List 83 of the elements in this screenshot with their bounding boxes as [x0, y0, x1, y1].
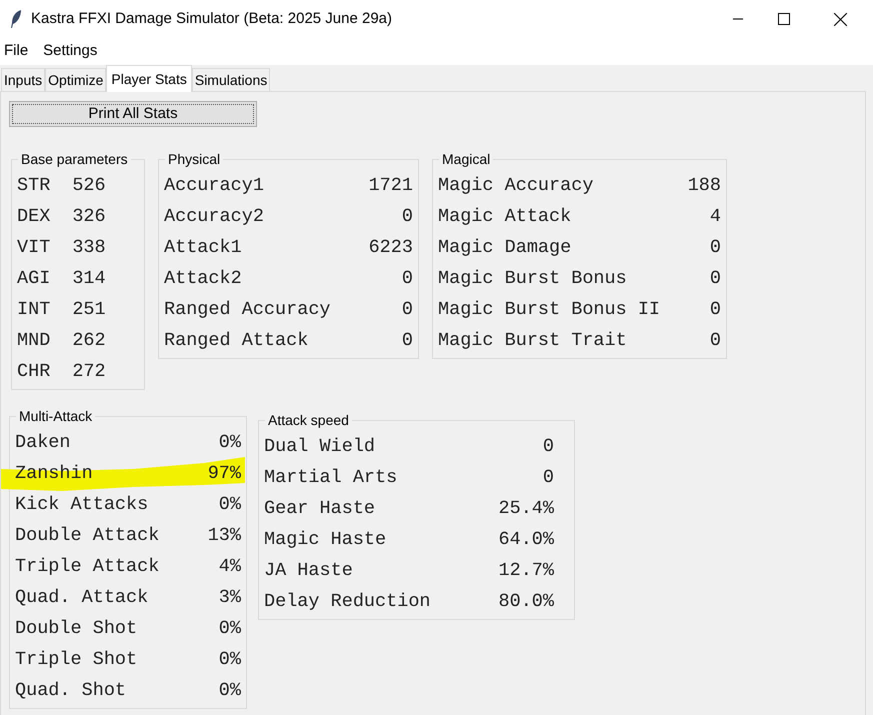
stat-label: Accuracy1 — [164, 174, 264, 198]
stat-label: Magic Accuracy — [438, 174, 594, 198]
stat-label: INT — [17, 298, 50, 322]
stat-label: Double Shot — [15, 616, 138, 641]
stat-label: Accuracy2 — [164, 204, 264, 229]
stat-value: 314 — [72, 266, 106, 291]
stat-label: Gear Haste — [264, 496, 376, 521]
stat-label: Ranged Accuracy — [164, 298, 331, 322]
stat-label: Dual Wield — [264, 434, 376, 459]
stat-value: 13% — [208, 524, 241, 548]
stat-value: 272 — [72, 360, 106, 384]
stat-value: 0% — [218, 430, 241, 455]
group-title: Base parameters — [20, 150, 129, 169]
stat-label: CHR — [17, 360, 50, 384]
stat-value: 338 — [72, 236, 106, 260]
stat-label: Ranged Attack — [164, 328, 308, 353]
group-title: Magical — [441, 150, 492, 169]
stat-value: 4% — [218, 554, 241, 579]
menu-item[interactable]: Settings — [43, 40, 98, 63]
maximize-icon[interactable] — [778, 13, 790, 25]
stat-value: 0 — [402, 204, 413, 229]
feather-icon — [10, 10, 22, 28]
stat-value: 64.0% — [498, 528, 554, 552]
stat-label: Martial Arts — [264, 466, 398, 490]
stat-label: JA Haste — [264, 558, 353, 583]
stat-label: DEX — [17, 204, 50, 229]
tab[interactable]: Simulations — [192, 68, 270, 91]
stat-label: Attack1 — [164, 236, 242, 260]
stat-value: 262 — [72, 328, 106, 353]
stat-value: 0 — [542, 466, 554, 490]
stat-label: Magic Attack — [438, 204, 572, 229]
stat-value: 326 — [72, 204, 106, 229]
stat-value: 526 — [72, 174, 106, 198]
window-title: Kastra FFXI Damage Simulator (Beta: 2025 June 29a) — [31, 8, 394, 29]
group-title: Attack speed — [267, 411, 350, 430]
stat-value: 3% — [218, 586, 241, 610]
tab[interactable]: Inputs — [1, 68, 46, 91]
stat-value: 80.0% — [498, 590, 554, 614]
stat-label: Daken — [15, 430, 71, 455]
stat-value: 0 — [710, 328, 721, 353]
stat-label: MND — [17, 328, 50, 353]
stat-value: 0 — [402, 298, 413, 322]
stat-label: Triple Shot — [15, 648, 138, 672]
stat-value: 0% — [218, 492, 241, 517]
stat-value: 0 — [710, 266, 721, 291]
stat-value: 6223 — [368, 236, 413, 260]
stat-label: Magic Damage — [438, 236, 572, 260]
stat-value: 251 — [72, 298, 106, 322]
stat-value: 1721 — [368, 174, 413, 198]
stat-value: 0% — [218, 648, 241, 672]
stat-label: Kick Attacks — [15, 492, 148, 517]
stat-value: 12.7% — [498, 558, 554, 583]
stat-label: Magic Haste — [264, 528, 386, 552]
stat-label: Delay Reduction — [264, 590, 431, 614]
tab[interactable]: Player Stats — [106, 65, 192, 92]
stat-value: 0 — [710, 298, 721, 322]
stat-label: Magic Burst Trait — [438, 328, 627, 353]
stat-value: 0 — [402, 328, 413, 353]
stat-value: 97% — [208, 462, 241, 486]
stat-label: STR — [17, 174, 50, 198]
stat-label: Magic Burst Bonus II — [438, 298, 660, 322]
stat-value: 0 — [710, 236, 721, 260]
group-title: Physical — [167, 150, 222, 169]
stat-label: Quad. Shot — [15, 678, 126, 703]
stat-label: AGI — [17, 266, 50, 291]
close-icon[interactable] — [834, 12, 847, 26]
stat-label: Triple Attack — [15, 554, 160, 579]
stat-label: Magic Burst Bonus — [438, 266, 627, 291]
stat-label: Attack2 — [164, 266, 242, 291]
group-title: Multi-Attack — [18, 407, 94, 426]
stat-value: 0 — [542, 434, 554, 459]
stat-value: 188 — [688, 174, 721, 198]
stat-value: 4 — [710, 204, 721, 229]
tab[interactable]: Optimize — [45, 68, 106, 91]
stat-label: Quad. Attack — [15, 586, 148, 610]
stat-label: VIT — [17, 236, 50, 260]
stat-value: 0% — [218, 616, 241, 641]
stat-value: 25.4% — [498, 496, 554, 521]
stat-value: 0% — [218, 678, 241, 703]
stat-label: Double Attack — [15, 524, 160, 548]
stat-value: 0 — [402, 266, 413, 291]
menu-item[interactable]: File — [4, 40, 28, 63]
print-button[interactable]: Print All Stats — [9, 101, 257, 127]
